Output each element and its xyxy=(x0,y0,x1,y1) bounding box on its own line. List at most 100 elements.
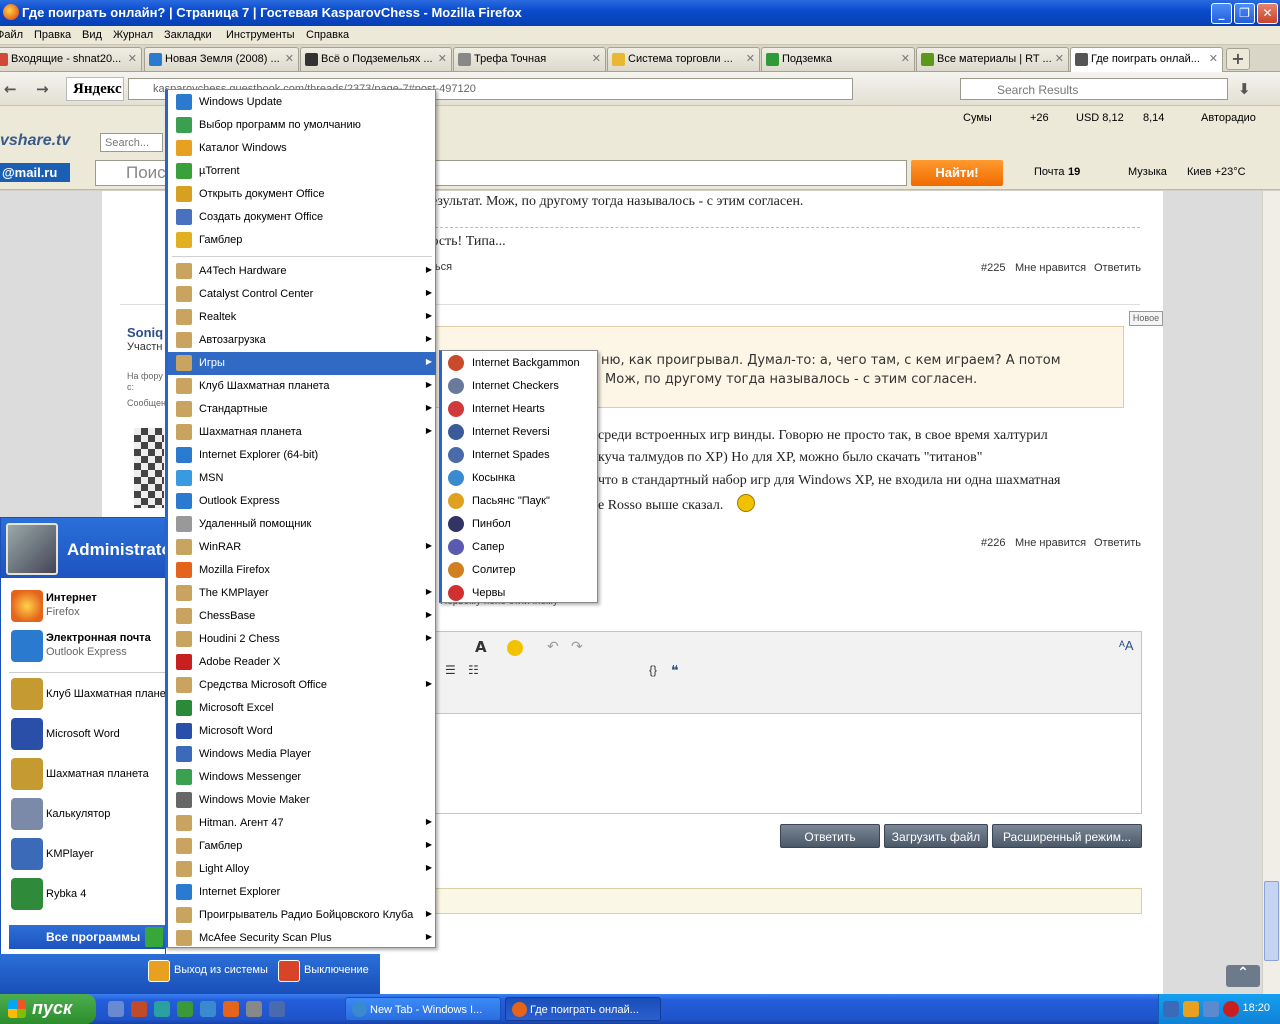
scrollbar-thumb[interactable] xyxy=(1264,881,1279,961)
search-input[interactable]: Search Results xyxy=(960,78,1228,100)
bullet-list-icon[interactable]: ☰ xyxy=(445,663,456,677)
new-tab-button[interactable]: + xyxy=(1226,48,1250,70)
game-item[interactable]: Internet Backgammon xyxy=(442,352,598,375)
user-avatar[interactable] xyxy=(6,523,58,575)
program-item[interactable]: ChessBase ▶ xyxy=(168,605,436,628)
music-label[interactable]: Музыка xyxy=(1128,166,1167,178)
post-number[interactable]: #226 xyxy=(981,537,1005,549)
tab-close-icon[interactable]: ✕ xyxy=(438,52,447,65)
shutdown-button[interactable]: Выключение xyxy=(278,960,369,982)
program-item[interactable]: Выбор программ по умолчанию xyxy=(168,114,436,137)
program-item[interactable]: McAfee Security Scan Plus ▶ xyxy=(168,927,436,950)
menu-help[interactable]: Справка xyxy=(306,29,349,41)
usd-rate[interactable]: USD 8,12 xyxy=(1076,112,1124,124)
program-item[interactable]: Internet Explorer xyxy=(168,881,436,904)
download-icon[interactable]: ⬇ xyxy=(1238,80,1251,98)
game-item[interactable]: Сапер xyxy=(442,536,598,559)
program-item[interactable]: Windows Media Player xyxy=(168,743,436,766)
program-item[interactable]: Houdini 2 Chess ▶ xyxy=(168,628,436,651)
menu-file[interactable]: Файл xyxy=(0,29,23,41)
task-new-tab[interactable]: New Tab - Windows I... xyxy=(345,997,501,1021)
all-programs-button[interactable]: Все программы xyxy=(9,925,165,949)
like-link[interactable]: Мне нравится xyxy=(1015,262,1086,274)
yandex-button[interactable]: Яндекс xyxy=(66,77,124,101)
scroll-to-top-button[interactable]: ⌃ xyxy=(1226,965,1260,987)
post-number[interactable]: #225 xyxy=(981,262,1005,274)
menu-edit[interactable]: Правка xyxy=(34,29,71,41)
weather-label[interactable]: Киев +23°C xyxy=(1187,166,1246,178)
program-item[interactable]: Adobe Reader X xyxy=(168,651,436,674)
recent-word[interactable]: Microsoft Word xyxy=(9,716,165,754)
menu-bookmarks[interactable]: Закладки xyxy=(164,29,212,41)
program-item[interactable]: Realtek ▶ xyxy=(168,306,436,329)
game-item[interactable]: Солитер xyxy=(442,559,598,582)
vertical-scrollbar[interactable] xyxy=(1262,191,1280,994)
task-firefox[interactable]: Где поиграть онлай... xyxy=(505,997,661,1021)
program-item[interactable]: Hitman. Агент 47 ▶ xyxy=(168,812,436,835)
tab-close-icon[interactable]: ✕ xyxy=(128,52,137,65)
program-item[interactable]: WinRAR ▶ xyxy=(168,536,436,559)
find-button[interactable]: Найти! xyxy=(911,160,1003,186)
redo-icon[interactable]: ↷ xyxy=(571,638,583,655)
program-item[interactable]: Удаленный помощник xyxy=(168,513,436,536)
city-label[interactable]: Сумы xyxy=(963,112,992,124)
quicklaunch-icon[interactable] xyxy=(269,1001,285,1017)
program-item[interactable]: Catalyst Control Center ▶ xyxy=(168,283,436,306)
tray-arrow-icon[interactable] xyxy=(1163,1001,1179,1017)
program-item[interactable]: A4Tech Hardware ▶ xyxy=(168,260,436,283)
program-item[interactable]: Microsoft Excel xyxy=(168,697,436,720)
recent-chess-planet[interactable]: Шахматная планета xyxy=(9,756,165,794)
program-item[interactable]: Гамблер ▶ xyxy=(168,835,436,858)
tab-rt[interactable]: Все материалы | RT ... ✕ xyxy=(916,47,1069,71)
small-search-input[interactable]: Search... xyxy=(100,133,163,152)
program-item[interactable]: Проигрыватель Радио Бойцовского Клуба ▶ xyxy=(168,904,436,927)
tab-trading[interactable]: Система торговли ... ✕ xyxy=(607,47,760,71)
program-item[interactable]: Открыть документ Office xyxy=(168,183,436,206)
game-item[interactable]: Пасьянс "Паук" xyxy=(442,490,598,513)
recent-rybka[interactable]: Rybka 4 xyxy=(9,876,165,914)
font-color-icon[interactable]: A xyxy=(475,638,487,656)
like-link[interactable]: Мне нравится xyxy=(1015,537,1086,549)
reply-editor[interactable]: A ↶ ↷ ᴬA ☰ ☷ {} ❝ xyxy=(378,631,1142,814)
game-item[interactable]: Internet Reversi xyxy=(442,421,598,444)
program-item[interactable]: Создать документ Office xyxy=(168,206,436,229)
program-item[interactable]: Клуб Шахматная планета ▶ xyxy=(168,375,436,398)
maximize-button[interactable]: ❐ xyxy=(1234,3,1255,24)
minimize-button[interactable]: _ xyxy=(1211,3,1232,24)
game-item[interactable]: Internet Hearts xyxy=(442,398,598,421)
program-item[interactable]: Windows Update xyxy=(168,91,436,114)
mail-label[interactable]: Почта xyxy=(1034,166,1065,178)
menu-view[interactable]: Вид xyxy=(82,29,102,41)
tab-podzemka[interactable]: Подземка ✕ xyxy=(761,47,915,71)
tab-current[interactable]: Где поиграть онлай... ✕ xyxy=(1070,47,1223,72)
tab-close-icon[interactable]: ✕ xyxy=(592,52,601,65)
quicklaunch-icon[interactable] xyxy=(246,1001,262,1017)
quicklaunch-icon[interactable] xyxy=(154,1001,170,1017)
radio-label[interactable]: Авторадио xyxy=(1201,112,1256,124)
close-button[interactable]: ✕ xyxy=(1257,3,1278,24)
tab-podzemelya[interactable]: Всё о Подземельях ... ✕ xyxy=(300,47,452,71)
user-avatar[interactable] xyxy=(134,428,164,508)
advanced-mode-button[interactable]: Расширенный режим... xyxy=(992,824,1142,848)
program-item[interactable]: Outlook Express xyxy=(168,490,436,513)
program-item[interactable]: MSN xyxy=(168,467,436,490)
tab-close-icon[interactable]: ✕ xyxy=(746,52,755,65)
game-item[interactable]: Internet Checkers xyxy=(442,375,598,398)
tab-trefa[interactable]: Трефа Точная ✕ xyxy=(453,47,606,71)
tab-close-icon[interactable]: ✕ xyxy=(901,52,910,65)
reply-link[interactable]: Ответить xyxy=(1094,262,1141,274)
program-item[interactable]: Microsoft Word xyxy=(168,720,436,743)
program-item[interactable]: Mozilla Firefox xyxy=(168,559,436,582)
recent-kmplayer[interactable]: KMPlayer xyxy=(9,836,165,874)
back-icon[interactable]: ← xyxy=(4,80,17,98)
program-item[interactable]: Автозагрузка ▶ xyxy=(168,329,436,352)
numbered-list-icon[interactable]: ☷ xyxy=(468,663,479,677)
tab-novaya-zemlya[interactable]: Новая Земля (2008) ... ✕ xyxy=(144,47,299,71)
firefox-icon[interactable] xyxy=(223,1001,239,1017)
user-name[interactable]: Soniq xyxy=(127,325,163,340)
recent-chess-club[interactable]: Клуб Шахматная плане xyxy=(9,676,166,714)
smiley-picker-icon[interactable] xyxy=(507,640,523,656)
program-item[interactable]: Windows Movie Maker xyxy=(168,789,436,812)
start-button[interactable]: пуск xyxy=(0,994,96,1024)
security-icon[interactable] xyxy=(1223,1001,1239,1017)
